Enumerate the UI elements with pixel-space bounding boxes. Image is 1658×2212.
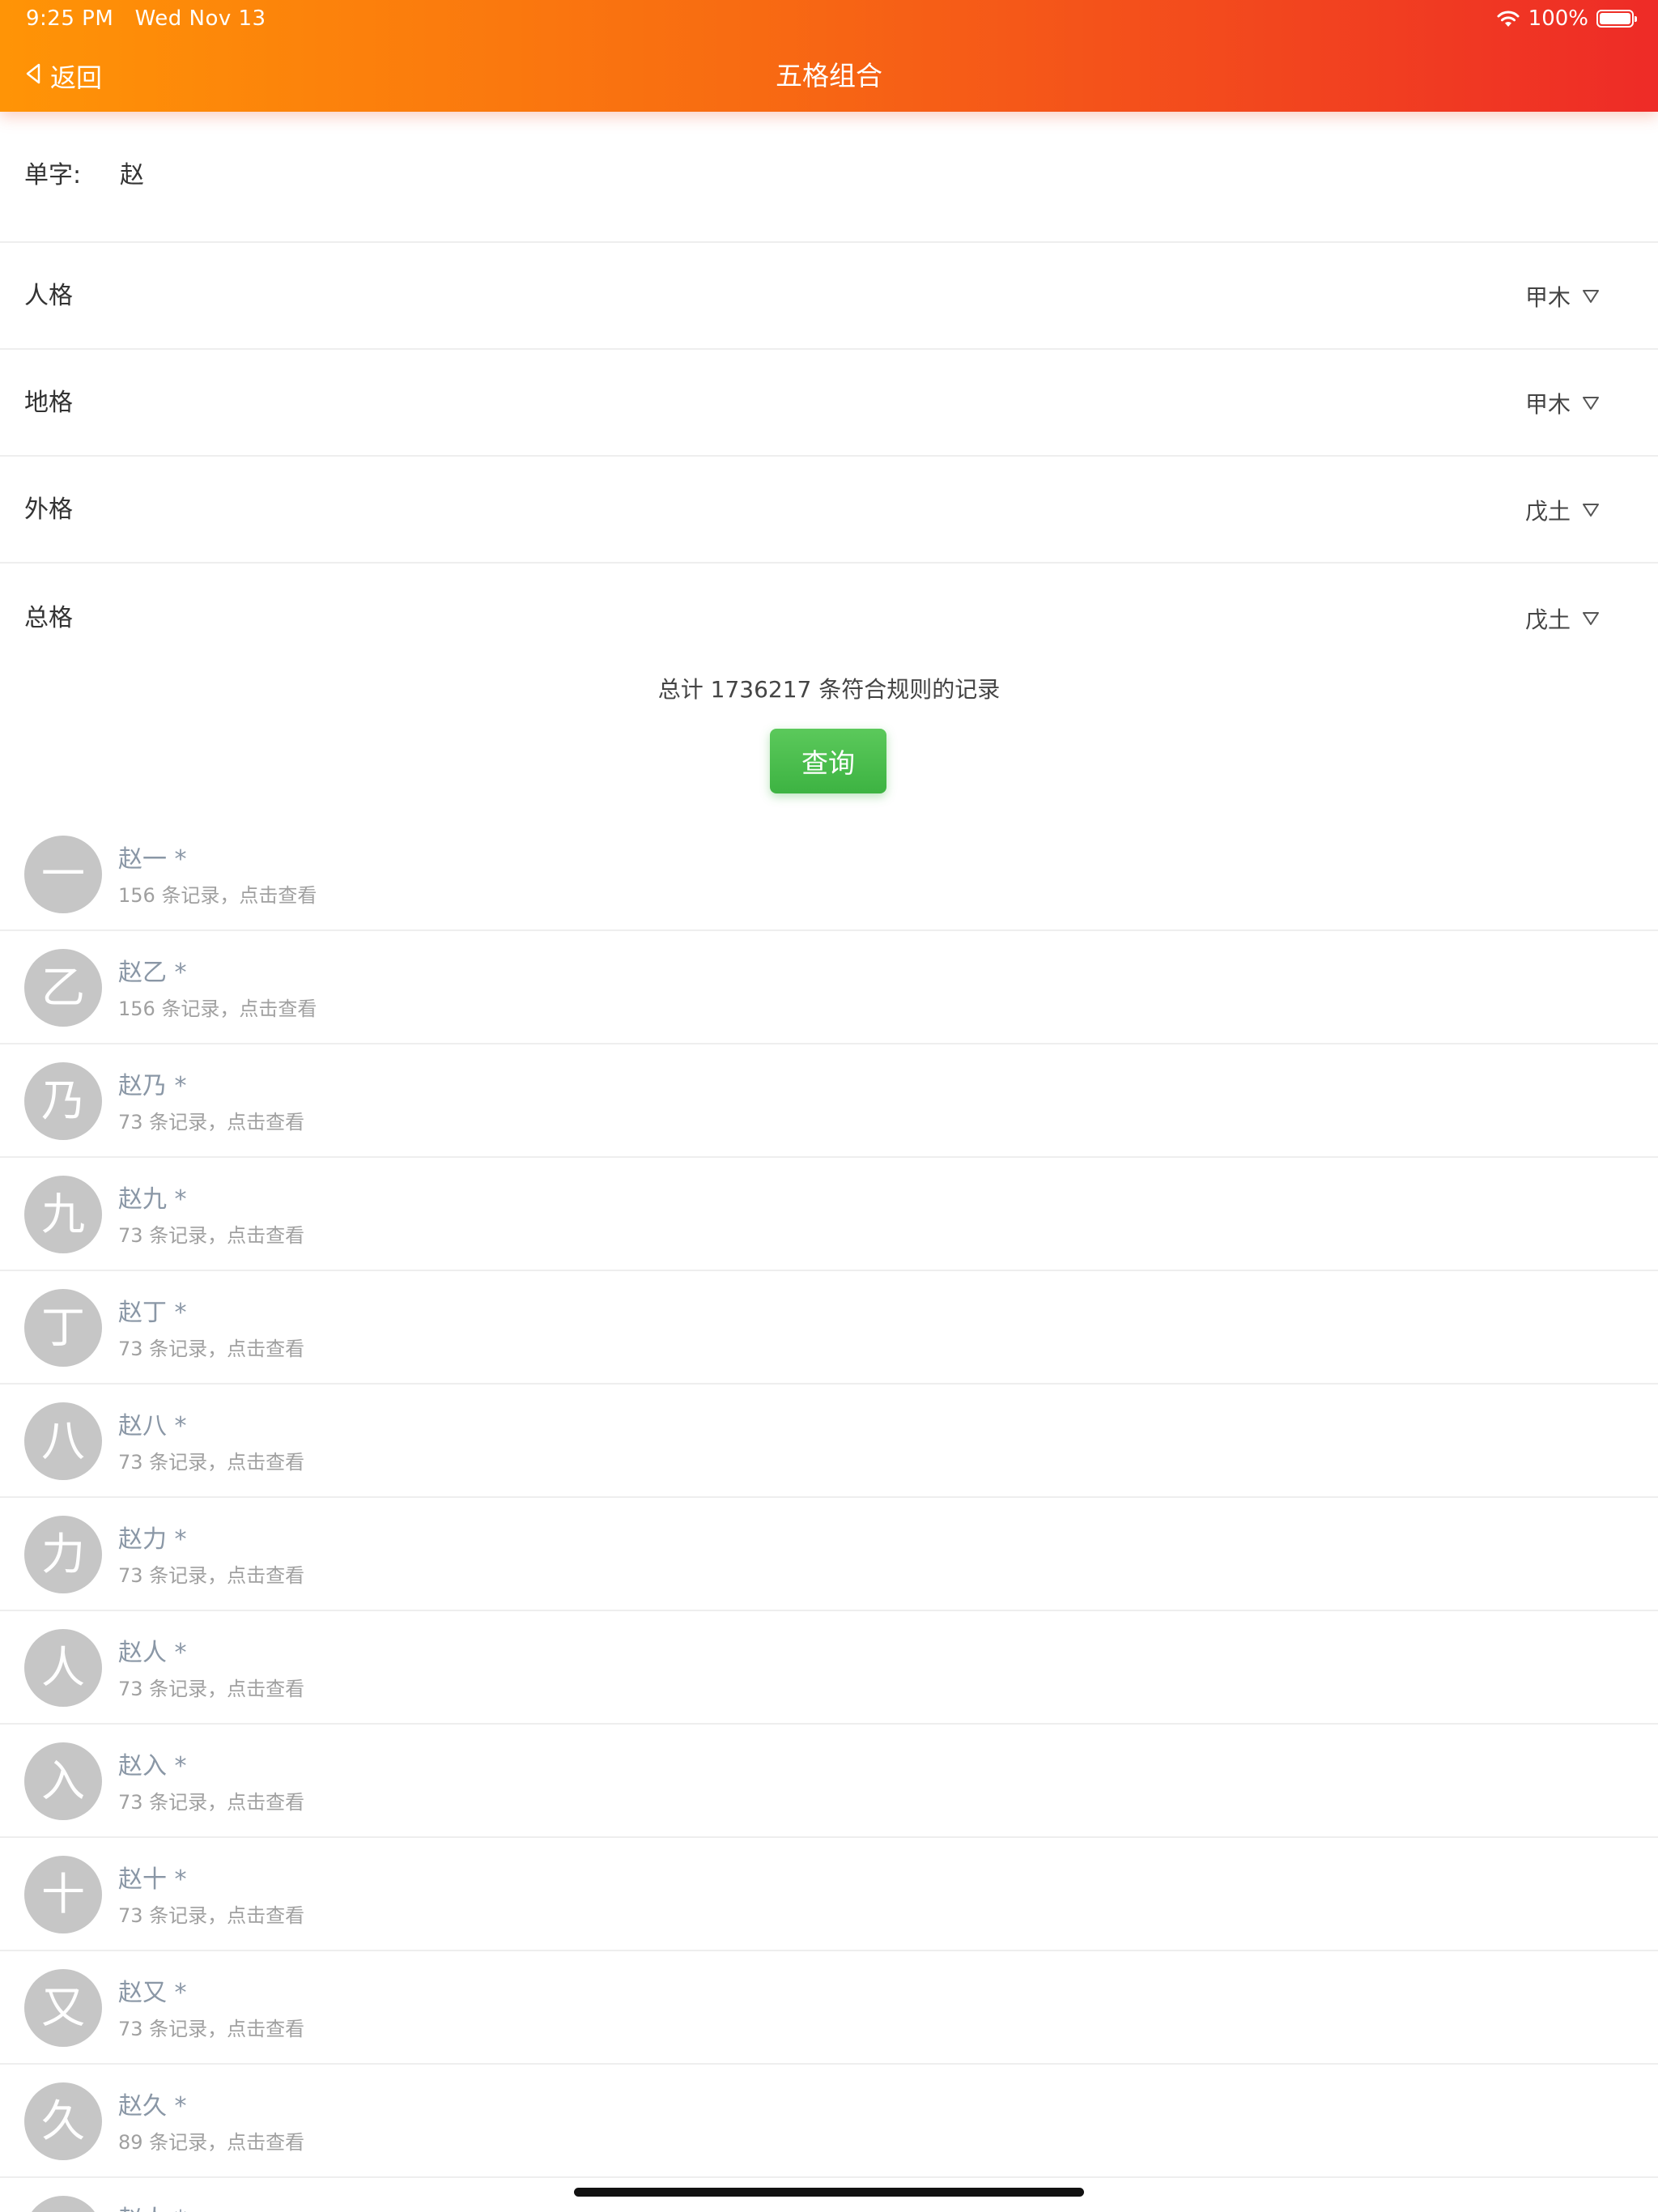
zongge-value: 戊土 [1524, 606, 1571, 633]
result-summary: 总计 1736217 条符合规则的记录 [657, 676, 1001, 703]
waige-label: 外格 [24, 496, 73, 524]
list-item[interactable]: 八赵八 * 73 条记录，点击查看 [0, 1385, 1658, 1498]
dige-picker[interactable]: 甲木 [1525, 350, 1600, 457]
single-char-value: 赵 [120, 161, 144, 189]
item-record-count: 156 条记录，点击查看 [118, 884, 317, 907]
avatar [24, 2196, 102, 2212]
avatar: 久 [24, 2082, 102, 2160]
list-item[interactable]: 十赵十 * 73 条记录，点击查看 [0, 1838, 1658, 1951]
avatar: 入 [24, 1742, 102, 1820]
item-record-count: 89 条记录，点击查看 [118, 2131, 305, 2154]
item-name: 赵人 * [118, 1639, 187, 1667]
avatar: 八 [24, 1402, 102, 1480]
list-item[interactable]: 丁赵丁 * 73 条记录，点击查看 [0, 1271, 1658, 1385]
triangle-down-icon [1582, 503, 1600, 517]
list-item[interactable]: 久赵久 * 89 条记录，点击查看 [0, 2065, 1658, 2178]
triangle-down-icon [1582, 289, 1600, 304]
list-item[interactable]: 乃赵乃 * 73 条记录，点击查看 [0, 1044, 1658, 1158]
list-item[interactable]: 入赵入 * 73 条记录，点击查看 [0, 1725, 1658, 1838]
item-record-count: 73 条记录，点击查看 [118, 1904, 305, 1927]
item-record-count: 73 条记录，点击查看 [118, 1678, 305, 1700]
dige-label: 地格 [24, 389, 73, 417]
item-name: 赵十 * [118, 1865, 187, 1894]
avatar: 丁 [24, 1289, 102, 1367]
single-char-label: 单字: [24, 161, 82, 189]
single-char-row: 单字: 赵 [0, 123, 1658, 243]
zongge-row: 总格 戊土 [0, 565, 1658, 672]
item-record-count: 156 条记录，点击查看 [118, 998, 317, 1020]
app-header: 9:25 PM Wed Nov 13 100% 返回 五格组合 [0, 0, 1658, 112]
avatar: 又 [24, 1969, 102, 2047]
item-name: 赵丁 * [118, 1299, 187, 1327]
renge-label: 人格 [24, 282, 73, 310]
result-list: 一赵一 * 156 条记录，点击查看乙赵乙 * 156 条记录，点击查看乃赵乃 * 7… [0, 818, 1658, 2212]
item-name: 赵久 * [118, 2092, 187, 2121]
status-indicators: 100% [1496, 5, 1637, 32]
item-record-count: 73 条记录，点击查看 [118, 1111, 305, 1134]
item-record-count: 73 条记录，点击查看 [118, 1564, 305, 1587]
zongge-picker[interactable]: 戊土 [1525, 565, 1600, 672]
item-name: 赵又 * [118, 1979, 187, 2007]
item-name: 赵一 * [118, 845, 187, 874]
renge-row: 人格 甲木 [0, 243, 1658, 350]
waige-picker[interactable]: 戊土 [1525, 457, 1600, 564]
avatar: 十 [24, 1856, 102, 1933]
avatar: 九 [24, 1176, 102, 1253]
list-item[interactable]: 人赵人 * 73 条记录，点击查看 [0, 1611, 1658, 1725]
renge-value: 甲木 [1524, 284, 1571, 311]
wifi-icon [1496, 9, 1520, 28]
battery-percent: 100% [1528, 6, 1588, 31]
list-item[interactable]: 乙赵乙 * 156 条记录，点击查看 [0, 931, 1658, 1044]
triangle-down-icon [1582, 611, 1600, 626]
item-name: 赵人 * [118, 2199, 187, 2212]
renge-picker[interactable]: 甲木 [1525, 243, 1600, 350]
query-button[interactable]: 查询 [770, 729, 886, 793]
home-indicator [574, 2188, 1084, 2197]
waige-value: 戊土 [1524, 498, 1571, 525]
item-record-count: 73 条记录，点击查看 [118, 1451, 305, 1474]
item-record-count: 73 条记录，点击查看 [118, 1338, 305, 1360]
item-record-count: 73 条记录，点击查看 [118, 1791, 305, 1814]
avatar: 乙 [24, 949, 102, 1027]
page-title: 五格组合 [776, 60, 882, 91]
battery-fill [1600, 13, 1630, 24]
avatar: 一 [24, 836, 102, 913]
item-name: 赵入 * [118, 1752, 187, 1780]
battery-icon [1596, 10, 1637, 28]
avatar: 人 [24, 1629, 102, 1707]
waige-row: 外格 戊土 [0, 457, 1658, 564]
dige-value: 甲木 [1524, 391, 1571, 418]
item-record-count: 73 条记录，点击查看 [118, 2018, 305, 2040]
status-date: Wed Nov 13 [134, 6, 266, 31]
dige-row: 地格 甲木 [0, 350, 1658, 457]
list-item[interactable]: 又赵又 * 73 条记录，点击查看 [0, 1951, 1658, 2065]
status-time: 9:25 PM Wed Nov 13 [26, 5, 266, 32]
triangle-down-icon [1582, 396, 1600, 410]
item-name: 赵乙 * [118, 959, 187, 987]
list-item[interactable]: 一赵一 * 156 条记录，点击查看 [0, 818, 1658, 931]
avatar: 乃 [24, 1062, 102, 1140]
list-item[interactable]: 九赵九 * 73 条记录，点击查看 [0, 1158, 1658, 1271]
item-record-count: 73 条记录，点击查看 [118, 1224, 305, 1247]
zongge-label: 总格 [24, 604, 73, 632]
item-name: 赵八 * [118, 1412, 187, 1440]
item-name: 赵力 * [118, 1525, 187, 1554]
list-item[interactable]: 力赵力 * 73 条记录，点击查看 [0, 1498, 1658, 1611]
avatar: 力 [24, 1516, 102, 1593]
item-name: 赵九 * [118, 1185, 187, 1214]
status-clock: 9:25 PM [26, 6, 114, 31]
item-name: 赵乃 * [118, 1072, 187, 1100]
